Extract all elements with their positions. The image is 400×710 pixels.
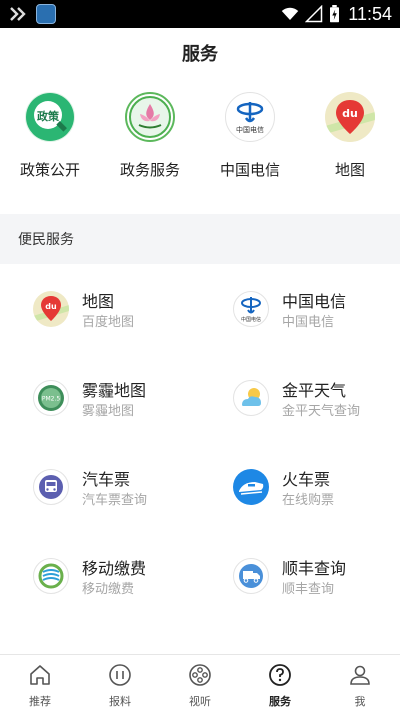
service-item-smog-map[interactable]: PM2.5 雾霾地图 雾霾地图 [0, 353, 200, 442]
clock: 11:54 [348, 3, 392, 24]
shortcut-label: 中国电信 [219, 161, 280, 179]
tab-label: 服务 [269, 695, 291, 708]
notification-app-icon [8, 4, 28, 24]
shortcut-government-service[interactable]: 政务服务 [100, 92, 200, 202]
service-title: 金平天气 [282, 381, 347, 400]
service-title: 顺丰查询 [282, 559, 347, 578]
shortcut-label: 政务服务 [119, 161, 180, 179]
user-icon [350, 665, 370, 685]
tab-recommend[interactable]: 推荐 [0, 655, 80, 710]
tab-label: 我 [354, 695, 366, 708]
battery-icon [330, 5, 340, 23]
tab-video[interactable]: 视听 [160, 655, 240, 710]
notification-app-icon-2 [36, 4, 56, 24]
service-subtitle: 中国电信 [282, 315, 335, 330]
service-subtitle: 顺丰查询 [282, 582, 335, 597]
service-item-map[interactable]: du 地图 百度地图 [0, 264, 200, 353]
tab-label: 视听 [189, 695, 211, 708]
service-grid: du 地图 百度地图 中国电信 中国电信 中国电信 PM2.5 雾霾地图 雾霾地… [0, 264, 400, 654]
service-item-bus-ticket[interactable]: 汽车票 汽车票查询 [0, 442, 200, 531]
bus-ticket-icon [33, 468, 69, 505]
china-mobile-icon [33, 557, 69, 594]
service-subtitle: 汽车票查询 [82, 493, 148, 508]
page-title: 服务 [182, 44, 218, 65]
service-subtitle: 百度地图 [82, 315, 135, 330]
service-item-mobile-payment[interactable]: 移动缴费 移动缴费 [0, 531, 200, 620]
svg-text:中国电信: 中国电信 [241, 316, 261, 323]
bottom-tab-bar: 推荐 报料 视听 服务 我 [0, 654, 400, 710]
service-item-sf-express[interactable]: 顺丰查询 顺丰查询 [200, 531, 400, 620]
film-reel-icon [189, 664, 211, 686]
tab-report[interactable]: 报料 [80, 655, 160, 710]
shortcut-grid: 政策 政策公开 政务服务 中国电信 中国电信 du 地图 [0, 92, 400, 202]
policy-icon: 政策 [25, 92, 75, 142]
section-header: 便民服务 [0, 214, 400, 264]
service-item-weather[interactable]: 金平天气 金平天气查询 [200, 353, 400, 442]
home-icon [30, 665, 50, 685]
tab-label: 推荐 [29, 695, 51, 708]
weather-icon [233, 379, 269, 416]
service-item-china-telecom[interactable]: 中国电信 中国电信 中国电信 [200, 264, 400, 353]
china-telecom-icon: 中国电信 [233, 290, 269, 327]
service-title: 移动缴费 [82, 559, 147, 578]
train-ticket-icon [233, 468, 269, 505]
wifi-icon [282, 7, 299, 20]
svg-text:du: du [45, 302, 57, 311]
report-icon [109, 664, 131, 686]
service-subtitle: 雾霾地图 [82, 404, 135, 419]
shortcut-china-telecom[interactable]: 中国电信 中国电信 [200, 92, 300, 202]
service-item-train-ticket[interactable]: 火车票 在线购票 [200, 442, 400, 531]
baidu-map-icon: du [325, 92, 375, 142]
baidu-map-icon: du [33, 290, 69, 327]
svg-text:PM2.5: PM2.5 [42, 395, 61, 402]
service-subtitle: 移动缴费 [82, 582, 135, 597]
shortcut-policy[interactable]: 政策 政策公开 [0, 92, 100, 202]
tab-service[interactable]: 服务 [240, 655, 320, 710]
service-title: 地图 [82, 292, 115, 311]
service-icon [269, 664, 291, 686]
sf-express-icon [233, 557, 269, 594]
shortcut-label: 政策公开 [19, 161, 80, 179]
service-title: 汽车票 [82, 470, 131, 489]
shortcut-map[interactable]: du 地图 [300, 92, 400, 202]
status-bar: 11:54 [0, 0, 400, 28]
tab-me[interactable]: 我 [320, 655, 400, 710]
smog-map-icon: PM2.5 [33, 379, 69, 416]
service-title: 火车票 [282, 470, 331, 489]
svg-text:政策: 政策 [37, 109, 60, 123]
service-subtitle: 在线购票 [282, 493, 335, 508]
government-service-icon [125, 92, 175, 142]
svg-text:du: du [342, 107, 358, 120]
service-title: 中国电信 [282, 292, 347, 311]
svg-text:中国电信: 中国电信 [236, 125, 264, 134]
tab-label: 报料 [109, 695, 131, 708]
signal-icon [305, 5, 323, 23]
china-telecom-icon: 中国电信 [225, 92, 275, 142]
service-subtitle: 金平天气查询 [282, 404, 361, 419]
shortcut-label: 地图 [334, 161, 365, 179]
service-title: 雾霾地图 [82, 381, 147, 400]
